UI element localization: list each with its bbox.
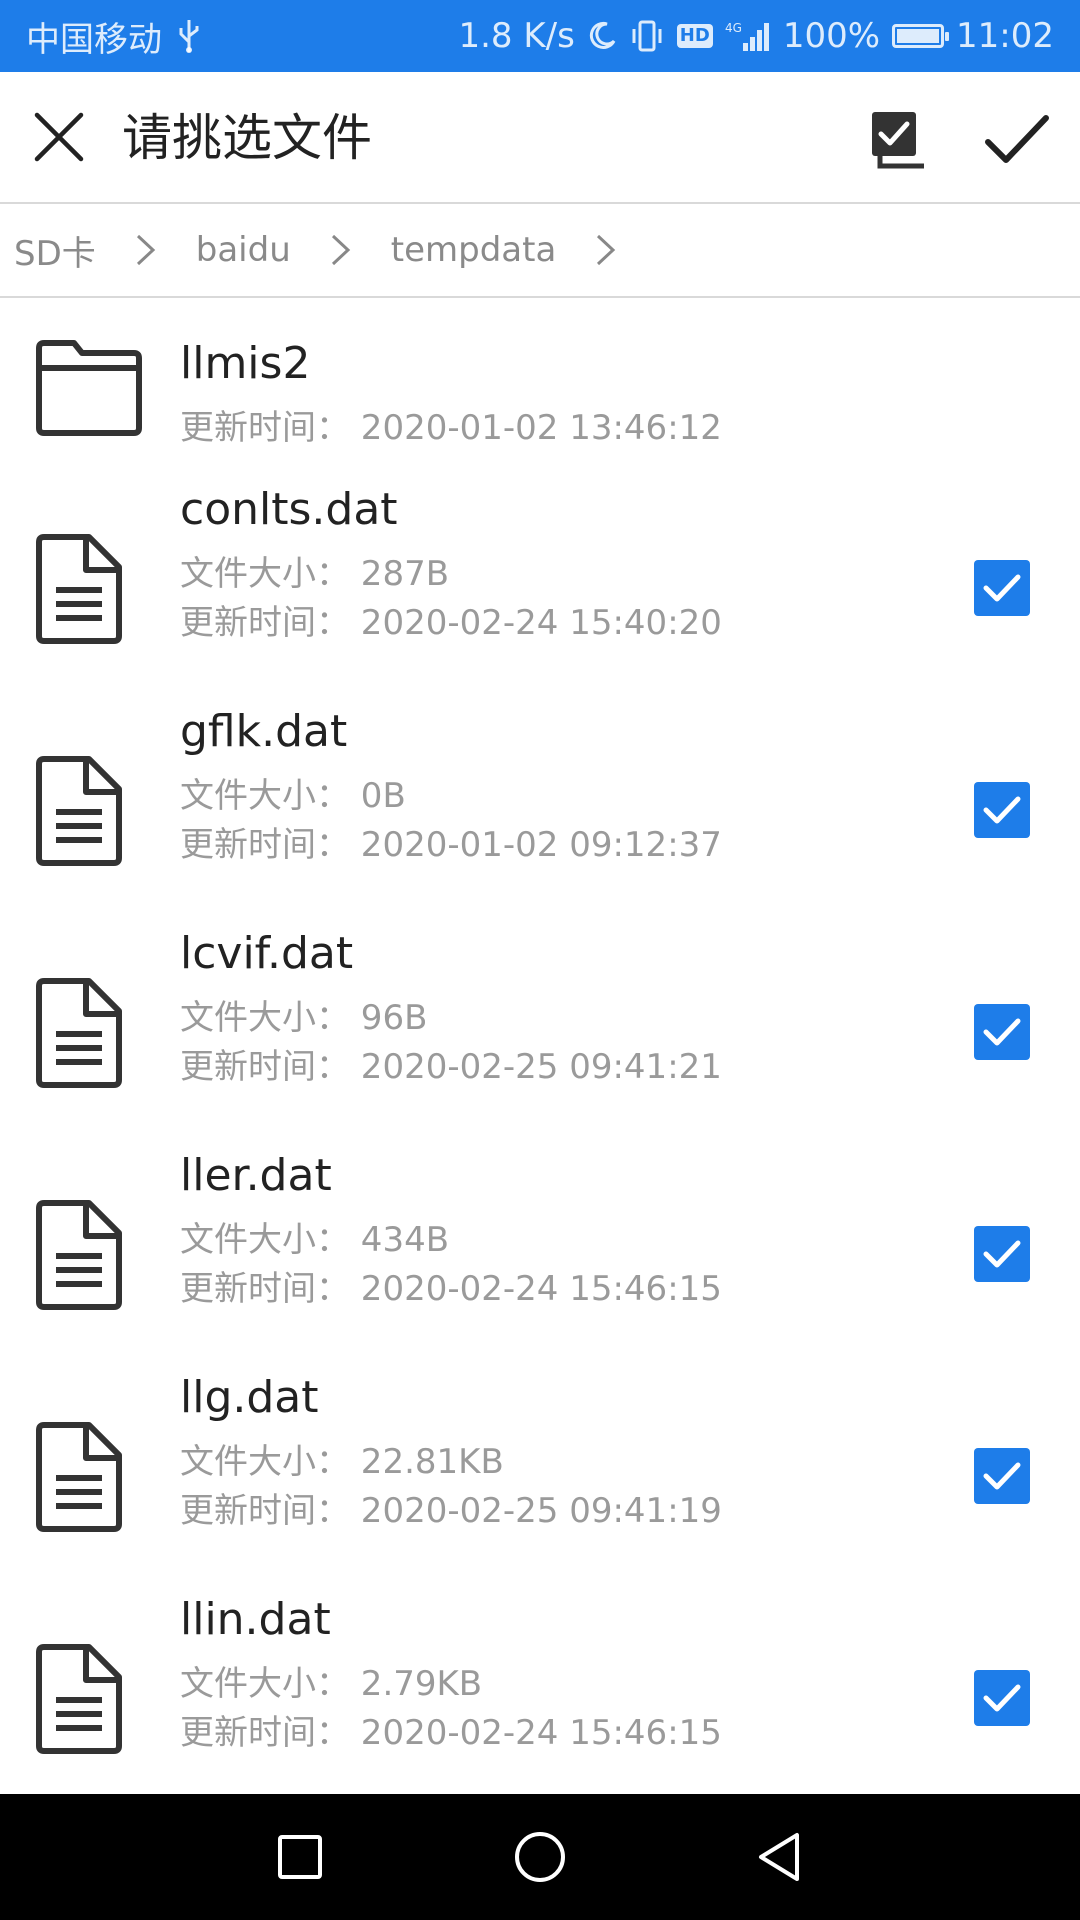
file-size: 文件大小： 22.81KB xyxy=(180,1442,504,1482)
toolbar: 请挑选文件 xyxy=(0,72,1080,204)
document-icon xyxy=(34,978,124,1092)
chevron-right-icon xyxy=(576,203,636,297)
status-bar: 中国移动 1.8 K/s HD 4G 100% 11:02 xyxy=(0,0,1080,72)
list-item-folder[interactable]: llmis2 更新时间： 2020-01-02 13:46:12 xyxy=(0,298,1080,478)
circle-icon[interactable] xyxy=(510,1827,570,1887)
breadcrumb-item-baidu[interactable]: baidu xyxy=(196,230,291,270)
select-all-icon[interactable] xyxy=(868,108,932,172)
file-name: llg.dat xyxy=(180,1372,319,1423)
file-checkbox[interactable] xyxy=(974,1670,1030,1726)
page-title: 请挑选文件 xyxy=(122,109,372,167)
hd-badge: HD xyxy=(676,24,713,48)
list-item-file[interactable]: conlts.dat 文件大小： 287B 更新时间： 2020-02-24 1… xyxy=(0,478,1080,700)
file-name: ller.dat xyxy=(180,1150,332,1201)
battery-icon xyxy=(892,24,950,48)
file-time: 更新时间： 2020-02-25 09:41:19 xyxy=(180,1491,722,1531)
file-checkbox[interactable] xyxy=(974,782,1030,838)
file-time: 更新时间： 2020-02-25 09:41:21 xyxy=(180,1047,722,1087)
file-time: 更新时间： 2020-01-02 09:12:37 xyxy=(180,825,722,865)
file-name: conlts.dat xyxy=(180,484,398,535)
breadcrumb-item-sd[interactable]: SD卡 xyxy=(14,226,96,275)
list-item-file[interactable]: llg.dat 文件大小： 22.81KB 更新时间： 2020-02-25 0… xyxy=(0,1366,1080,1588)
list-item-file[interactable]: gflk.dat 文件大小： 0B 更新时间： 2020-01-02 09:12… xyxy=(0,700,1080,922)
folder-icon xyxy=(34,338,144,442)
document-icon xyxy=(34,1200,124,1314)
file-checkbox[interactable] xyxy=(974,1226,1030,1282)
file-size: 文件大小： 287B xyxy=(180,554,450,594)
triangle-back-icon[interactable] xyxy=(750,1827,810,1887)
file-checkbox[interactable] xyxy=(974,1004,1030,1060)
file-checkbox[interactable] xyxy=(974,1448,1030,1504)
check-icon[interactable] xyxy=(982,108,1052,172)
square-icon[interactable] xyxy=(270,1827,330,1887)
file-time: 更新时间： 2020-01-02 13:46:12 xyxy=(180,408,722,448)
document-icon xyxy=(34,534,124,648)
file-name: llmis2 xyxy=(180,338,311,389)
battery-percent: 100% xyxy=(782,16,881,56)
net-speed: 1.8 K/s xyxy=(458,16,575,56)
file-size: 文件大小： 96B xyxy=(180,998,428,1038)
svg-text:4G: 4G xyxy=(725,21,742,35)
file-checkbox[interactable] xyxy=(974,560,1030,616)
file-time: 更新时间： 2020-02-24 15:46:15 xyxy=(180,1269,722,1309)
carrier-label: 中国移动 xyxy=(26,19,162,60)
breadcrumb: SD卡 baidu tempdata xyxy=(0,204,1080,298)
file-name: lcvif.dat xyxy=(180,928,354,979)
file-time: 更新时间： 2020-02-24 15:46:15 xyxy=(180,1713,722,1753)
clock: 11:02 xyxy=(956,16,1054,56)
vibrate-icon xyxy=(629,19,665,53)
chevron-right-icon xyxy=(116,203,176,297)
breadcrumb-item-tempdata[interactable]: tempdata xyxy=(391,230,557,270)
moon-icon xyxy=(587,21,617,51)
document-icon xyxy=(34,1422,124,1536)
file-size: 文件大小： 434B xyxy=(180,1220,450,1260)
file-time: 更新时间： 2020-02-24 15:40:20 xyxy=(180,603,722,643)
file-name: llin.dat xyxy=(180,1594,331,1645)
file-size: 文件大小： 0B xyxy=(180,776,406,816)
list-item-file[interactable]: ller.dat 文件大小： 434B 更新时间： 2020-02-24 15:… xyxy=(0,1144,1080,1366)
document-icon xyxy=(34,1644,124,1758)
usb-icon xyxy=(176,18,202,54)
list-item-file[interactable]: llin.dat 文件大小： 2.79KB 更新时间： 2020-02-24 1… xyxy=(0,1588,1080,1794)
signal-icon: 4G xyxy=(725,19,771,53)
navigation-bar xyxy=(0,1794,1080,1920)
close-icon[interactable] xyxy=(26,104,92,170)
file-size: 文件大小： 2.79KB xyxy=(180,1664,483,1704)
file-name: gflk.dat xyxy=(180,706,348,757)
list-item-file[interactable]: lcvif.dat 文件大小： 96B 更新时间： 2020-02-25 09:… xyxy=(0,922,1080,1144)
file-list: llmis2 更新时间： 2020-01-02 13:46:12 conlts.… xyxy=(0,298,1080,1794)
document-icon xyxy=(34,756,124,870)
chevron-right-icon xyxy=(311,203,371,297)
